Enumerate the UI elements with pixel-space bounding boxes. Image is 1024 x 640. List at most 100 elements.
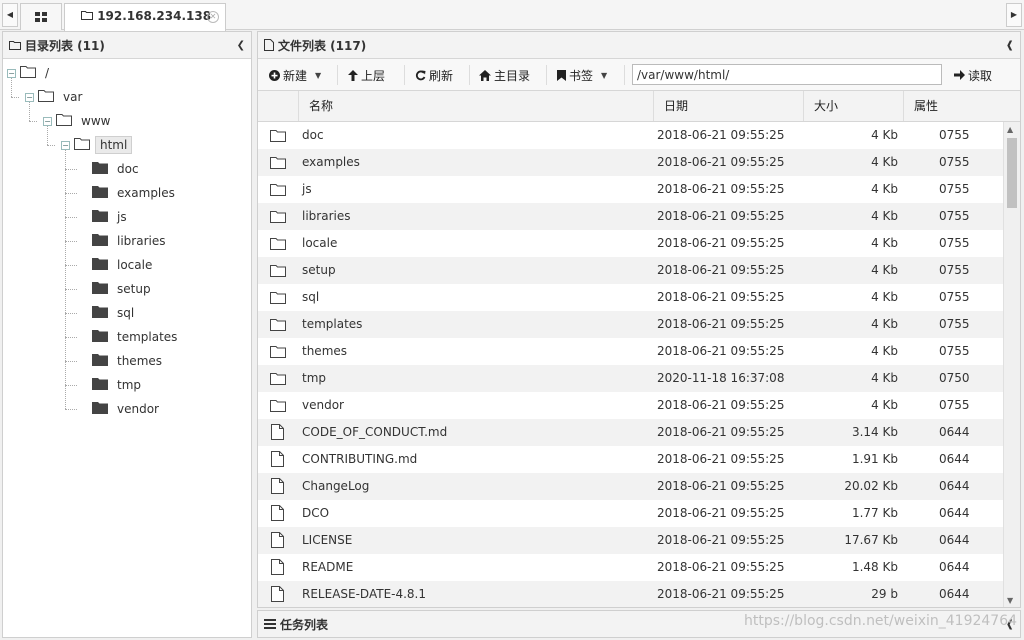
file-attr: 0755: [939, 155, 970, 169]
directory-panel-header: 目录列表 (11) ❮: [3, 32, 251, 59]
collapse-toggle-icon[interactable]: −: [25, 92, 34, 102]
collapse-left-icon[interactable]: ❮: [237, 40, 245, 51]
file-table-body: RELEASE-DATE-4.8.1 2018-06-21 09:55:25 29 …: [258, 122, 1020, 607]
column-name-header[interactable]: 名称: [298, 91, 653, 121]
collapse-toggle-icon[interactable]: −: [43, 116, 52, 126]
table-row[interactable]: ChangeLog 2018-06-21 09:55:25 20.02 Kb 0644: [258, 473, 1004, 500]
table-row[interactable]: doc 2018-06-21 09:55:25 4 Kb 0755: [258, 122, 1004, 149]
tree-node-locale[interactable]: locale: [79, 255, 156, 275]
file-attr: 0755: [939, 290, 970, 304]
column-attr-header[interactable]: 属性: [903, 91, 1004, 121]
table-row[interactable]: setup 2018-06-21 09:55:25 4 Kb 0755: [258, 257, 1004, 284]
file-name[interactable]: README: [302, 554, 353, 581]
file-name[interactable]: templates: [302, 311, 362, 338]
tree-node-vendor[interactable]: vendor: [79, 399, 163, 419]
tab-host[interactable]: 192.168.234.138 ✕: [64, 3, 226, 31]
read-button[interactable]: 读取: [954, 64, 992, 86]
table-row[interactable]: tmp 2020-11-18 16:37:08 4 Kb 0750: [258, 365, 1004, 392]
collapse-toggle-icon[interactable]: −: [61, 140, 70, 150]
table-row[interactable]: libraries 2018-06-21 09:55:25 4 Kb 0755: [258, 203, 1004, 230]
table-row[interactable]: RELEASE-DATE-4.8.1 2018-06-21 09:55:25 29 …: [258, 581, 1004, 607]
vertical-scrollbar[interactable]: ▲ ▼: [1003, 122, 1020, 607]
table-row[interactable]: js 2018-06-21 09:55:25 4 Kb 0755: [258, 176, 1004, 203]
file-name[interactable]: CONTRIBUTING.md: [302, 446, 417, 473]
file-panel-header: 文件列表 (117) ❰: [258, 32, 1020, 59]
table-row[interactable]: LICENSE 2018-06-21 09:55:25 17.67 Kb 0644: [258, 527, 1004, 554]
caret-down-icon: ▼: [601, 70, 608, 80]
file-outline-icon: [264, 39, 274, 51]
table-row[interactable]: examples 2018-06-21 09:55:25 4 Kb 0755: [258, 149, 1004, 176]
file-name[interactable]: CODE_OF_CONDUCT.md: [302, 419, 447, 446]
tab-home[interactable]: [20, 3, 62, 30]
folder-icon: [92, 353, 108, 369]
tree-connector: [65, 193, 77, 194]
table-row[interactable]: CODE_OF_CONDUCT.md 2018-06-21 09:55:25 3.1…: [258, 419, 1004, 446]
scrollbar-thumb[interactable]: [1007, 138, 1017, 208]
arrow-right-icon: [954, 70, 965, 80]
path-input[interactable]: [632, 64, 942, 85]
tree-node-html[interactable]: − html: [61, 135, 133, 155]
up-level-button[interactable]: 上层: [348, 64, 385, 86]
tree-node-doc[interactable]: doc: [79, 159, 143, 179]
arrow-up-icon: [348, 69, 358, 81]
file-name[interactable]: DCO: [302, 500, 329, 527]
tree-connector: [65, 217, 77, 218]
directory-panel-title: 目录列表 (11): [25, 38, 105, 53]
file-name[interactable]: doc: [302, 122, 324, 149]
file-name[interactable]: LICENSE: [302, 527, 352, 554]
file-size: 4 Kb: [871, 209, 898, 223]
home-directory-button[interactable]: 主目录: [479, 64, 530, 86]
tree-node-libraries[interactable]: libraries: [79, 231, 169, 251]
tree-node-js[interactable]: js: [79, 207, 131, 227]
column-size-header[interactable]: 大小: [803, 91, 903, 121]
file-name[interactable]: ChangeLog: [302, 473, 369, 500]
file-size: 4 Kb: [871, 398, 898, 412]
tree-node-label: examples: [117, 186, 175, 200]
file-name[interactable]: examples: [302, 149, 360, 176]
file-name[interactable]: RELEASE-DATE-4.8.1: [302, 581, 426, 607]
tab-close-icon[interactable]: ✕: [207, 11, 219, 23]
tree-node-setup[interactable]: setup: [79, 279, 155, 299]
panel-splitter[interactable]: [252, 31, 256, 638]
column-date-header[interactable]: 日期: [653, 91, 803, 121]
scroll-up-icon[interactable]: ▲: [1007, 125, 1013, 134]
tree-node-sql[interactable]: sql: [79, 303, 138, 323]
file-attr: 0755: [939, 182, 970, 196]
tab-scroll-right-button[interactable]: ▶: [1006, 3, 1022, 27]
file-name[interactable]: themes: [302, 338, 347, 365]
tab-scroll-left-button[interactable]: ◀: [2, 3, 18, 27]
table-row[interactable]: DCO 2018-06-21 09:55:25 1.77 Kb 0644: [258, 500, 1004, 527]
table-row[interactable]: CONTRIBUTING.md 2018-06-21 09:55:25 1.91 K…: [258, 446, 1004, 473]
bookmark-button[interactable]: 书签 ▼: [557, 64, 607, 86]
file-name[interactable]: tmp: [302, 365, 326, 392]
table-row[interactable]: sql 2018-06-21 09:55:25 4 Kb 0755: [258, 284, 1004, 311]
table-row[interactable]: vendor 2018-06-21 09:55:25 4 Kb 0755: [258, 392, 1004, 419]
tree-node-var[interactable]: − var: [25, 87, 86, 107]
collapse-up-icon[interactable]: ❰: [1006, 40, 1014, 51]
file-name[interactable]: sql: [302, 284, 319, 311]
new-button[interactable]: 新建 ▼: [269, 64, 321, 86]
tree-node-templates[interactable]: templates: [79, 327, 181, 347]
file-name[interactable]: setup: [302, 257, 336, 284]
tree-node-www[interactable]: − www: [43, 111, 114, 131]
table-row[interactable]: themes 2018-06-21 09:55:25 4 Kb 0755: [258, 338, 1004, 365]
collapse-toggle-icon[interactable]: −: [7, 68, 16, 78]
table-row[interactable]: templates 2018-06-21 09:55:25 4 Kb 0755: [258, 311, 1004, 338]
file-name[interactable]: vendor: [302, 392, 344, 419]
scroll-down-icon[interactable]: ▼: [1007, 596, 1013, 605]
table-row[interactable]: locale 2018-06-21 09:55:25 4 Kb 0755: [258, 230, 1004, 257]
tree-node-label: js: [117, 210, 127, 224]
tree-node-examples[interactable]: examples: [79, 183, 179, 203]
folder-outline-icon: [9, 41, 21, 50]
file-name[interactable]: libraries: [302, 203, 350, 230]
file-date: 2018-06-21 09:55:25: [657, 236, 785, 250]
file-size: 4 Kb: [871, 182, 898, 196]
table-row[interactable]: README 2018-06-21 09:55:25 1.48 Kb 0644: [258, 554, 1004, 581]
file-name[interactable]: locale: [302, 230, 337, 257]
tree-connector: [65, 361, 77, 362]
refresh-button[interactable]: 刷新: [415, 64, 453, 86]
tree-node-root[interactable]: − /: [7, 63, 53, 83]
file-name[interactable]: js: [302, 176, 312, 203]
tree-node-themes[interactable]: themes: [79, 351, 166, 371]
tree-node-tmp[interactable]: tmp: [79, 375, 145, 395]
